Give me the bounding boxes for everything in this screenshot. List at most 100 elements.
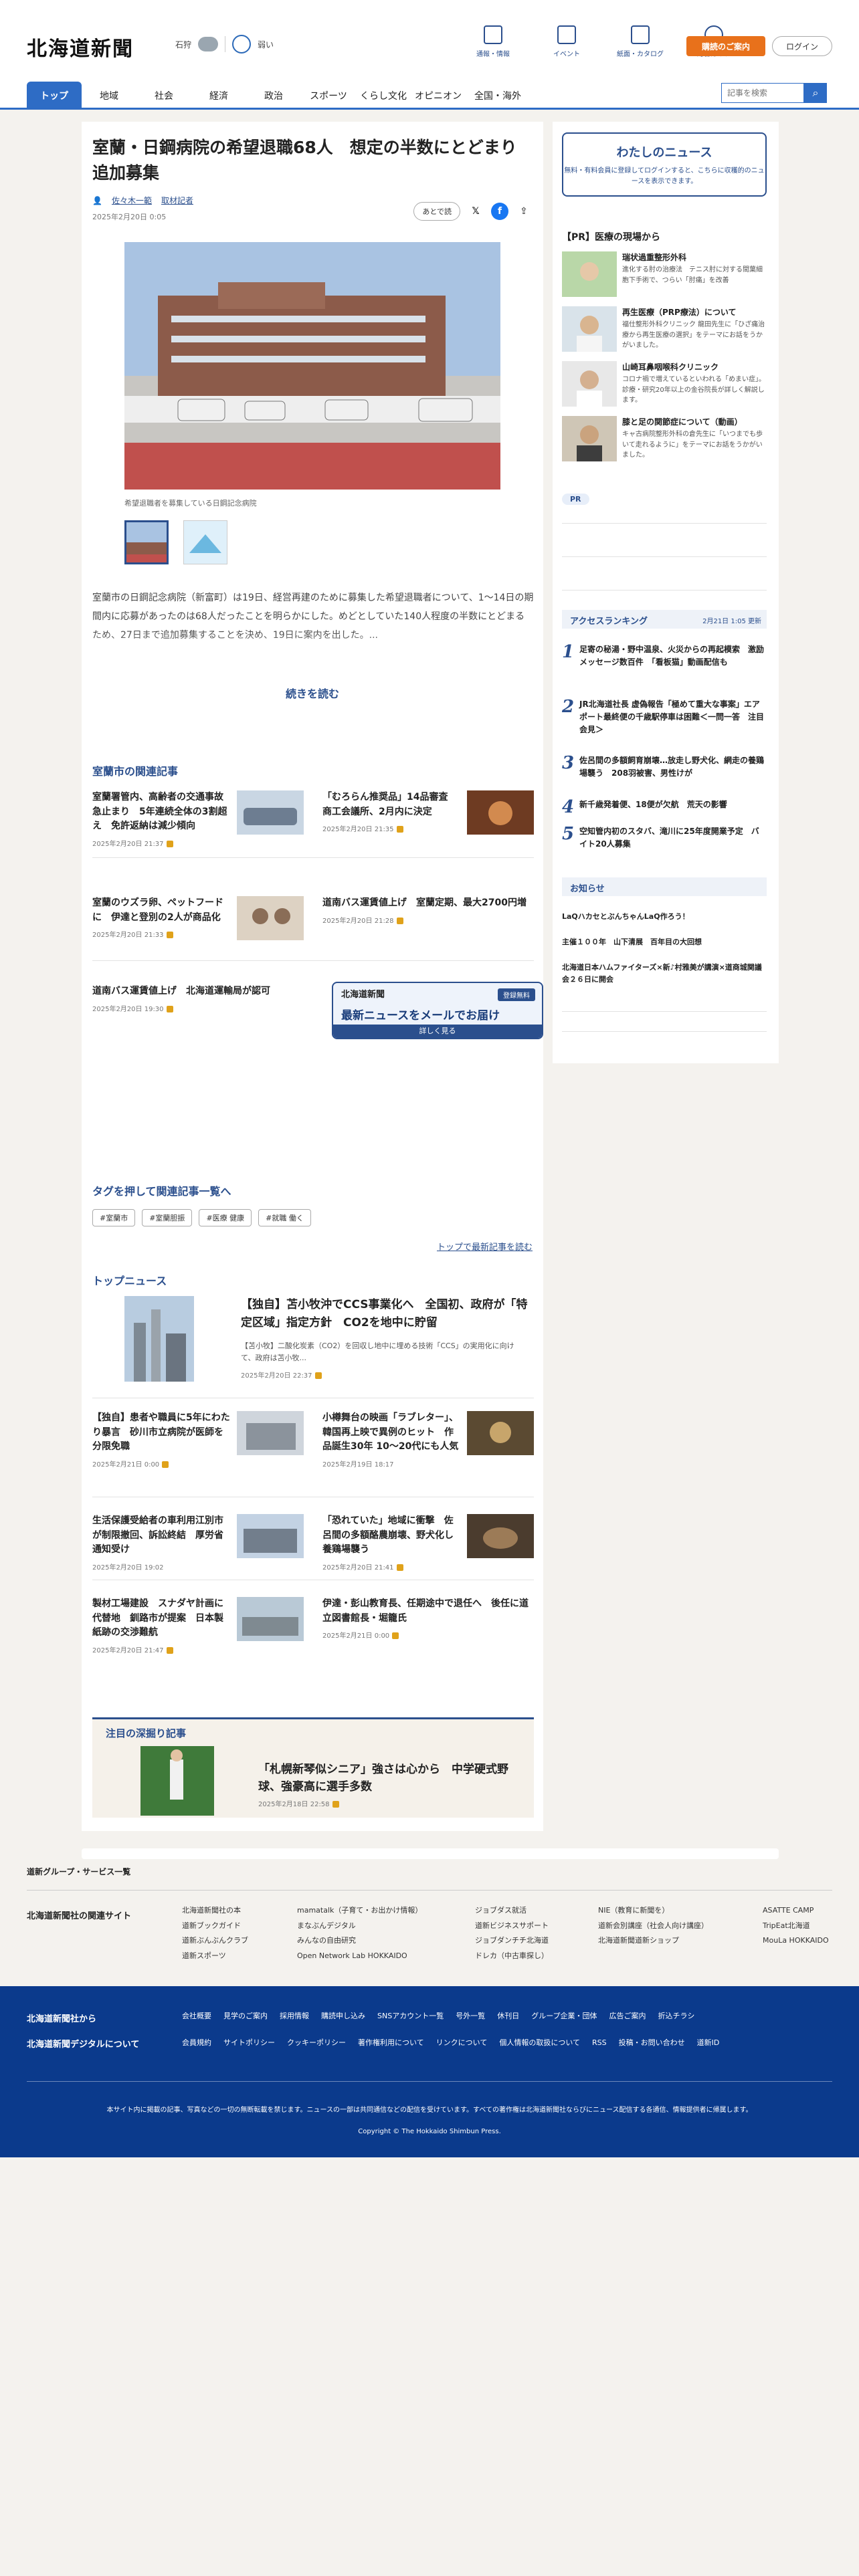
- news-item[interactable]: 小樽舞台の映画「ラブレター」、韓国再上映で異例のヒット 作品誕生30年 10～2…: [322, 1411, 534, 1469]
- site-link[interactable]: ASATTE CAMP: [763, 1903, 829, 1919]
- digital-label: 北海道新聞デジタルについて: [27, 2040, 140, 2050]
- x-share-icon[interactable]: 𝕏: [467, 203, 484, 220]
- footer-link[interactable]: 著作権利用について: [358, 2036, 424, 2050]
- notice-item[interactable]: 主催１００年 山下清展 百年目の大回想: [562, 936, 767, 948]
- site-link[interactable]: みんなの自由研究: [297, 1933, 422, 1949]
- tab-economy[interactable]: 経済: [191, 82, 246, 110]
- footer-link[interactable]: 個人情報の取扱について: [499, 2036, 580, 2050]
- search-icon[interactable]: ⌕: [804, 83, 827, 103]
- related-item[interactable]: 「むろらん推奨品」14品審査 商工会議所、2月内に決定 2025年2月20日 2…: [322, 790, 534, 835]
- pr-item[interactable]: 膝と足の関節症について（動画） キャ古病院整形外科の倉先生に「いつまでも歩いて走…: [562, 416, 767, 464]
- weather-widget[interactable]: 石狩 弱い: [175, 35, 274, 53]
- footer-link[interactable]: 投稿・お問い合わせ: [619, 2036, 685, 2050]
- footer-link[interactable]: グループ企業・団体: [531, 2009, 597, 2024]
- news-item[interactable]: 「恐れていた」地域に衝撃 佐呂間の多額酪農崩壊、野犬化し養鶏場襲う 2025年2…: [322, 1514, 534, 1572]
- newsletter-card[interactable]: 北海道新聞 登録無料 最新ニュースをメールでお届け 詳しく見る: [332, 982, 543, 1039]
- tab-politics[interactable]: 政治: [246, 82, 301, 110]
- notice-item[interactable]: 北海道日本ハムファイターズ×新♪村雅美が講演×道商城関議会２６日に開会: [562, 962, 767, 985]
- tool-paper[interactable]: 紙面・カタログ: [612, 25, 668, 58]
- site-logo[interactable]: 北海道新聞: [27, 32, 134, 62]
- tab-society[interactable]: 社会: [136, 82, 191, 110]
- site-link[interactable]: 道新ビジネスサポート: [475, 1919, 549, 1934]
- news-item[interactable]: 製材工場建設 スナダヤ計画に代替地 釧路市が提案 日本製紙跡の交渉難航 2025…: [92, 1597, 304, 1654]
- footer-link[interactable]: 号外一覧: [456, 2009, 485, 2024]
- footer-link[interactable]: SNSアカウント一覧: [377, 2009, 444, 2024]
- footer-link[interactable]: 折込チラシ: [658, 2009, 695, 2024]
- notice-item[interactable]: LaQハカセとぶんちゃんLaQ作ろう！: [562, 911, 767, 923]
- tab-region[interactable]: 地域: [82, 82, 136, 110]
- related-item[interactable]: 道南バス運賃値上げ 室蘭定期、最大2700円増 2025年2月20日 21:28: [322, 896, 534, 925]
- site-link[interactable]: 道新会別講座（社会人向け講座）: [598, 1919, 708, 1934]
- author-link[interactable]: 佐々木一範: [112, 195, 152, 206]
- tag-item[interactable]: #就職 働く: [258, 1209, 311, 1226]
- tab-top[interactable]: トップ: [27, 82, 82, 110]
- news-item[interactable]: 生活保護受給者の車利用江別市が制限撤回、訴訟終結 厚労省通知受け 2025年2月…: [92, 1514, 304, 1572]
- footer-link[interactable]: 採用情報: [280, 2009, 309, 2024]
- footer-link[interactable]: 道新ID: [697, 2036, 720, 2050]
- footer-link[interactable]: リンクについて: [436, 2036, 488, 2050]
- ranking-header[interactable]: アクセスランキング 2月21日 1:05 更新: [562, 610, 767, 629]
- footer-link[interactable]: サイトポリシー: [223, 2036, 275, 2050]
- footer-link[interactable]: 休刊日: [497, 2009, 519, 2024]
- subscribe-button[interactable]: 購読のご案内: [686, 36, 765, 56]
- site-link[interactable]: 北海道新聞社の本: [182, 1903, 248, 1919]
- top-latest-link[interactable]: トップで最新記事を読む: [437, 1240, 533, 1253]
- news-date: 2025年2月21日 0:00: [92, 1459, 304, 1469]
- footer-link[interactable]: 会社概要: [182, 2009, 211, 2024]
- site-link[interactable]: ジョブダス就活: [475, 1903, 549, 1919]
- related-item[interactable]: 室蘭のウズラ卵、ペットフードに 伊達と登別の2人が商品化 2025年2月20日 …: [92, 896, 304, 940]
- tag-item[interactable]: #室蘭市: [92, 1209, 136, 1226]
- article-photo[interactable]: [124, 242, 500, 490]
- login-button[interactable]: ログイン: [772, 36, 832, 56]
- reporter-link[interactable]: 取材記者: [161, 195, 193, 206]
- tab-opinion[interactable]: オピニオン: [411, 82, 466, 110]
- site-link[interactable]: 道新スポーツ: [182, 1949, 248, 1964]
- footer-link[interactable]: 広告ご案内: [609, 2009, 646, 2024]
- read-later-button[interactable]: あとで読: [413, 202, 460, 221]
- footer-link[interactable]: 会員規約: [182, 2036, 211, 2050]
- news-item[interactable]: 伊達・彭山教育長、任期途中で退任へ 後任に道立図書館長・堀籠氏 2025年2月2…: [322, 1597, 534, 1640]
- site-link[interactable]: まなぶんデジタル: [297, 1919, 422, 1934]
- share-icon[interactable]: ⇪: [515, 203, 533, 220]
- site-link[interactable]: ジョブダンチチ北海道: [475, 1933, 549, 1949]
- site-link[interactable]: TripEat北海道: [763, 1919, 829, 1934]
- my-news-promo[interactable]: わたしのニュース 無料・有料会員に登録してログインすると、こちらに収穫的のニュー…: [562, 132, 767, 197]
- footer-link[interactable]: RSS: [592, 2036, 607, 2050]
- pr-item[interactable]: 瑞状過重整形外科 進化する肘の治療法 テニス肘に対する間葉細胞下手術で、つらい「…: [562, 251, 767, 300]
- thumbnail-2[interactable]: [183, 520, 227, 564]
- calendar-icon: [557, 25, 576, 44]
- footer-link[interactable]: クッキーポリシー: [287, 2036, 346, 2050]
- tag-item[interactable]: #医療 健康: [199, 1209, 252, 1226]
- related-item[interactable]: 室蘭署管内、高齢者の交通事故急止まり 5年連続全体の3割超え 免許返納は減少傾向…: [92, 790, 304, 848]
- tab-culture[interactable]: くらし文化: [356, 82, 411, 110]
- related-item[interactable]: 道南バス運賃値上げ 北海道運輸局が認可 2025年2月20日 19:30: [92, 984, 304, 1013]
- footer-link[interactable]: 購読申し込み: [321, 2009, 365, 2024]
- promo-title: わたしのニュース: [616, 146, 712, 160]
- pr-item[interactable]: 再生医療（PRP療法）について 福仕整形外科クリニック 龍田先生に「ひざ痛治療か…: [562, 306, 767, 354]
- tab-sports[interactable]: スポーツ: [301, 82, 356, 110]
- tool-events[interactable]: イベント: [539, 25, 595, 58]
- group-services-link[interactable]: 道新グループ・サービス一覧: [27, 1866, 130, 1877]
- site-link[interactable]: ドレカ（中古車探し）: [475, 1949, 549, 1964]
- newsletter-link[interactable]: 詳しく見る: [333, 1025, 542, 1038]
- site-link[interactable]: Open Network Lab HOKKAIDO: [297, 1949, 422, 1964]
- site-link[interactable]: 北海道新聞道新ショップ: [598, 1933, 708, 1949]
- tool-report[interactable]: 通報・情報: [465, 25, 521, 58]
- tab-national[interactable]: 全国・海外: [466, 82, 530, 110]
- site-link[interactable]: mamatalk（子育て・お出かけ情報）: [297, 1903, 422, 1919]
- site-link[interactable]: 道新ぶんぶんクラブ: [182, 1933, 248, 1949]
- site-link[interactable]: MouLa HOKKAIDO: [763, 1933, 829, 1949]
- thumbnail-1[interactable]: [124, 520, 169, 564]
- tag-item[interactable]: #室蘭胆振: [142, 1209, 193, 1226]
- pr-item[interactable]: 山崎耳鼻咽喉科クリニック コロナ禍で増えているといわれる「めまい症」。診療・研究…: [562, 361, 767, 409]
- search-input[interactable]: [721, 83, 804, 103]
- notice-header[interactable]: お知らせ: [562, 877, 767, 896]
- site-link[interactable]: NIE（教育に新聞を）: [598, 1903, 708, 1919]
- read-more-link[interactable]: 続きを読む: [82, 685, 543, 701]
- site-link[interactable]: 道新ブックガイド: [182, 1919, 248, 1934]
- news-item[interactable]: 【独自】患者や職員に5年にわたり暴言 砂川市立病院が医師を分限免職 2025年2…: [92, 1411, 304, 1469]
- sites-col-4: NIE（教育に新聞を） 道新会別講座（社会人向け講座） 北海道新聞道新ショップ: [598, 1903, 708, 1949]
- footer-link[interactable]: 見学のご案内: [223, 2009, 268, 2024]
- facebook-share-icon[interactable]: f: [491, 203, 508, 220]
- deep-dive-card[interactable]: 注目の深掘り記事 「札幌新琴似シニア」強さは心から 中学硬式野球、強豪高に選手多…: [92, 1717, 534, 1818]
